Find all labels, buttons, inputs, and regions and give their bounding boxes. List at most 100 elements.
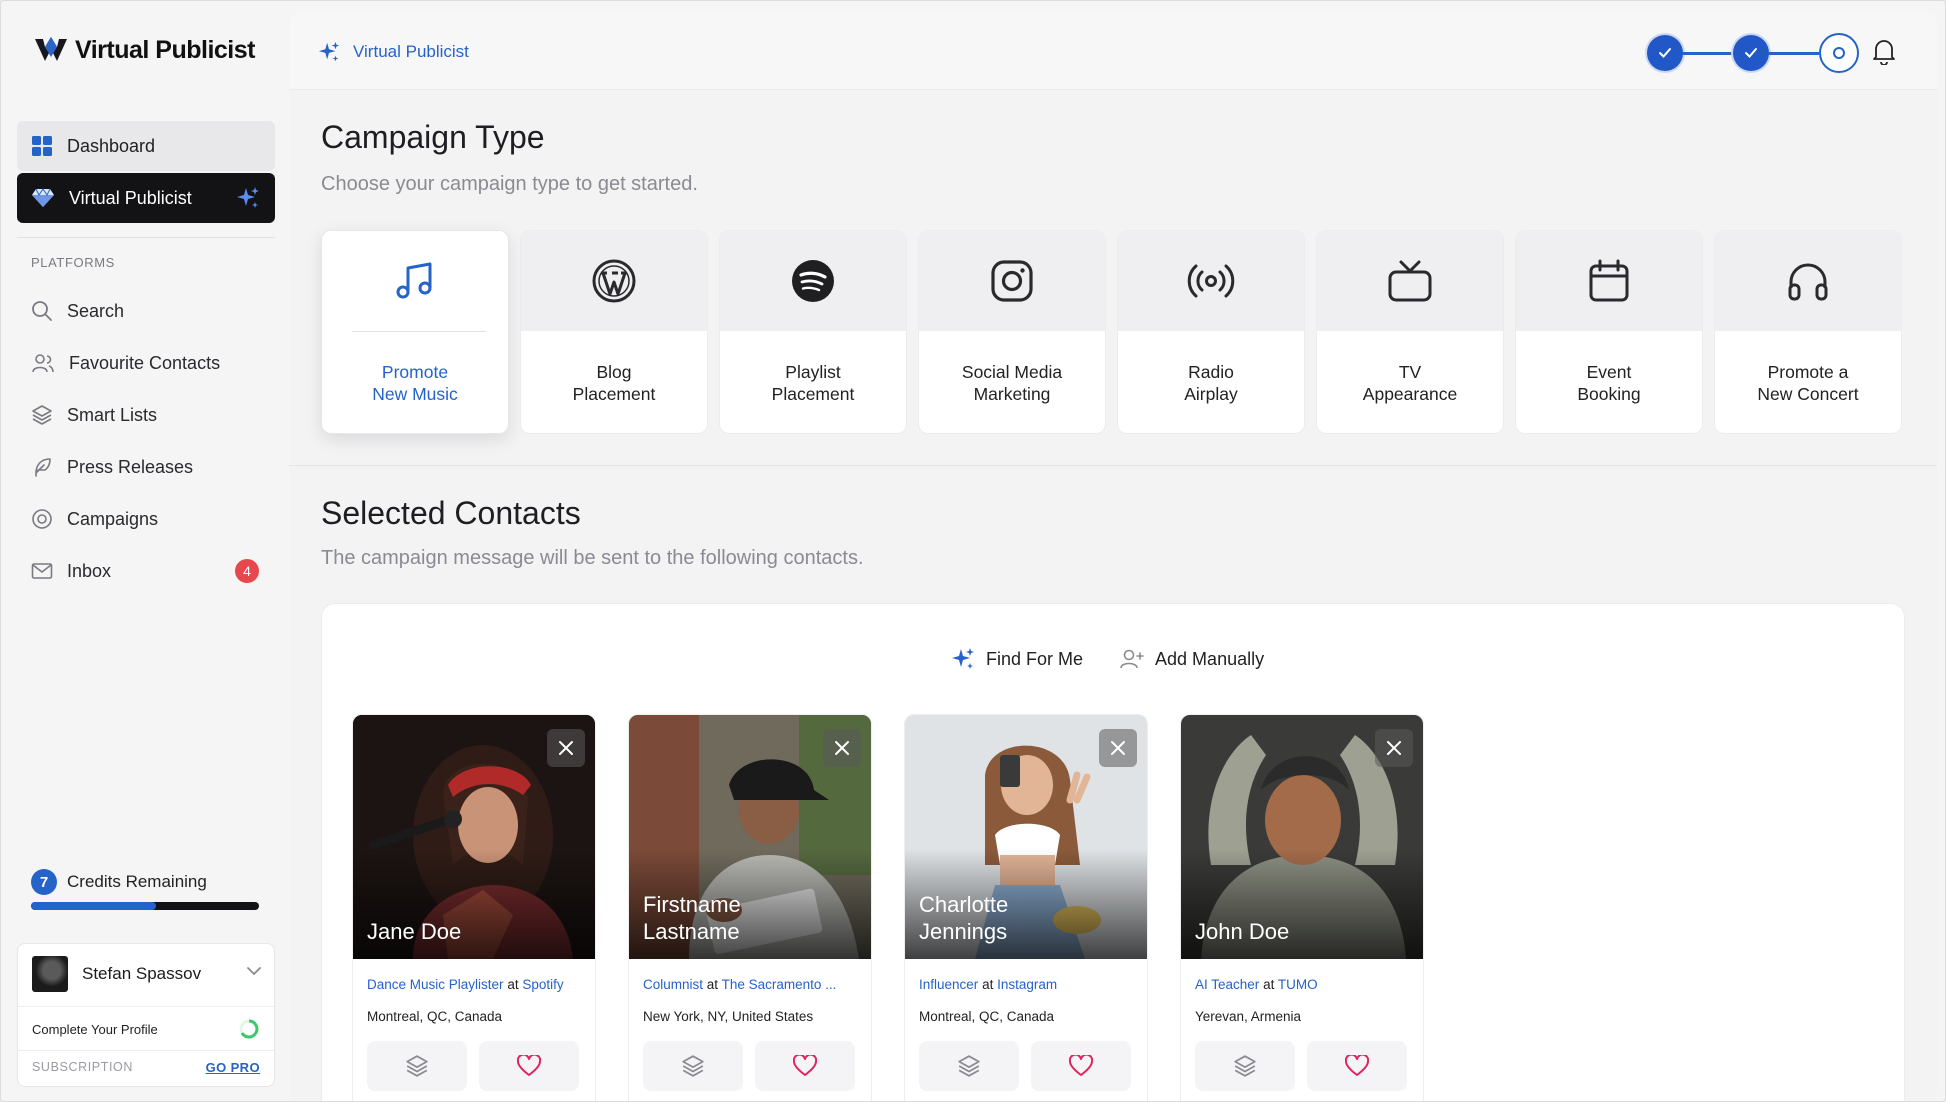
remove-contact-button[interactable]: [1375, 729, 1413, 767]
nav-dashboard[interactable]: Dashboard: [17, 121, 275, 171]
contact-name: Charlotte Jennings: [919, 892, 1009, 944]
icon-area: [919, 231, 1105, 331]
sidebar-item-press-releases[interactable]: Press Releases: [17, 445, 275, 489]
sparkle-icon: [237, 187, 259, 208]
complete-profile-link[interactable]: Complete Your Profile: [32, 1022, 158, 1037]
contact-company[interactable]: Instagram: [997, 977, 1057, 992]
contact-role-at: at: [507, 977, 519, 992]
sidebar-item-favourite-contacts[interactable]: Favourite Contacts: [17, 341, 275, 385]
favourite-button[interactable]: [1307, 1041, 1407, 1091]
add-manually-label: Add Manually: [1155, 648, 1265, 669]
step-2-complete[interactable]: [1733, 35, 1769, 71]
credits-label: Credits Remaining: [67, 872, 207, 891]
contact-role-title[interactable]: Columnist: [643, 977, 703, 992]
contact-name: Firstname Lastname: [643, 892, 741, 944]
icon-area: [1715, 231, 1901, 331]
contact-company[interactable]: The Sacramento ...: [722, 977, 837, 992]
sidebar-item-label: Campaigns: [67, 508, 159, 529]
breadcrumb[interactable]: Virtual Publicist: [317, 40, 469, 64]
credits-count: 7: [31, 869, 57, 895]
step-connector: [1683, 51, 1733, 55]
campaign-type-tv-appearance[interactable]: TV Appearance: [1316, 230, 1504, 434]
add-to-list-button[interactable]: [643, 1041, 743, 1091]
nav-virtual-publicist[interactable]: Virtual Publicist: [17, 173, 275, 223]
icon-area: [521, 231, 707, 331]
heart-icon: [1069, 1055, 1093, 1076]
add-manually-button[interactable]: Add Manually: [1119, 646, 1264, 672]
contact-role-title[interactable]: Dance Music Playlister: [367, 977, 504, 992]
campaign-type-promote-new-concert[interactable]: Promote a New Concert: [1714, 230, 1902, 434]
tv-icon: [1388, 260, 1432, 302]
contact-role-title[interactable]: Influencer: [919, 977, 978, 992]
campaign-type-playlist-placement[interactable]: Playlist Placement: [719, 230, 907, 434]
logo-icon: [35, 37, 67, 61]
favourite-button[interactable]: [755, 1041, 855, 1091]
add-to-list-button[interactable]: [367, 1041, 467, 1091]
breadcrumb-label: Virtual Publicist: [353, 42, 469, 61]
layers-icon: [32, 405, 52, 425]
heart-icon: [793, 1055, 817, 1076]
find-for-me-button[interactable]: Find For Me: [950, 646, 1083, 672]
credits-progress-fill: [31, 902, 157, 910]
app-window: Virtual Publicist Dashboard Virtual Publ…: [0, 0, 1946, 1102]
main-panel: Virtual Publicist Campaign Type Choose y…: [289, 13, 1937, 1101]
feather-icon: [35, 458, 51, 477]
campaign-type-promote-new-music[interactable]: Promote New Music: [321, 230, 509, 434]
sidebar-item-label: Press Releases: [67, 456, 194, 477]
layers-icon: [958, 1055, 980, 1077]
remove-contact-button[interactable]: [823, 729, 861, 767]
campaign-type-social-media-marketing[interactable]: Social Media Marketing: [918, 230, 1106, 434]
sidebar-item-campaigns[interactable]: Campaigns: [17, 497, 275, 541]
search-icon: [32, 301, 52, 321]
icon-area: [1516, 231, 1702, 331]
sidebar-item-inbox[interactable]: Inbox 4: [17, 549, 275, 593]
step-1-complete[interactable]: [1647, 35, 1683, 71]
selected-contacts-subtitle: The campaign message will be sent to the…: [321, 547, 864, 569]
chevron-down-icon[interactable]: [246, 966, 262, 976]
campaign-type-label: Promote a New Concert: [1757, 362, 1859, 404]
sidebar-item-smart-lists[interactable]: Smart Lists: [17, 393, 275, 437]
contact-actions: Find For Me Add Manually: [950, 646, 1264, 672]
step-3-current[interactable]: [1819, 33, 1859, 73]
profile-progress-ring-icon: [239, 1019, 259, 1039]
contact-role-title[interactable]: AI Teacher: [1195, 977, 1259, 992]
brand[interactable]: Virtual Publicist: [33, 35, 255, 65]
favourite-button[interactable]: [479, 1041, 579, 1091]
sidebar-item-label: Inbox: [67, 560, 112, 581]
icon-area: [720, 231, 906, 331]
platforms-heading: PLATFORMS: [31, 255, 115, 270]
campaign-type-event-booking[interactable]: Event Booking: [1515, 230, 1703, 434]
remove-contact-button[interactable]: [1099, 729, 1137, 767]
sidebar-item-label: Favourite Contacts: [69, 352, 221, 373]
favourite-button[interactable]: [1031, 1041, 1131, 1091]
contact-company[interactable]: TUMO: [1278, 977, 1318, 992]
campaign-type-blog-placement[interactable]: Blog Placement: [520, 230, 708, 434]
add-to-list-button[interactable]: [919, 1041, 1019, 1091]
diamond-icon: [32, 188, 54, 207]
mail-icon: [31, 563, 53, 579]
nav-virtual-publicist-label: Virtual Publicist: [69, 187, 192, 208]
credits-remaining: 7 Credits Remaining: [31, 869, 207, 895]
instagram-icon: [991, 260, 1033, 302]
contact-photo: Firstname Lastname: [629, 715, 871, 959]
heart-icon: [517, 1055, 541, 1076]
wordpress-icon: [592, 259, 636, 303]
profile-menu[interactable]: Stefan Spassov: [32, 956, 201, 992]
campaign-type-title: Campaign Type: [321, 119, 545, 155]
inbox-count-badge: 4: [235, 559, 259, 583]
subscription-label: SUBSCRIPTION: [32, 1060, 133, 1074]
close-icon: [835, 741, 849, 755]
avatar: [32, 956, 68, 992]
go-pro-link[interactable]: GO PRO: [206, 1060, 260, 1075]
sidebar-item-search[interactable]: Search: [17, 289, 275, 333]
music-note-icon: [396, 262, 432, 299]
add-to-list-button[interactable]: [1195, 1041, 1295, 1091]
bell-icon[interactable]: [1871, 37, 1897, 65]
icon-area: [322, 231, 508, 331]
campaign-type-radio-airplay[interactable]: Radio Airplay: [1117, 230, 1305, 434]
contact-photo: John Doe: [1181, 715, 1423, 959]
contact-card: Jane Doe Dance Music Playlister at Spoti…: [352, 714, 596, 1101]
contact-company[interactable]: Spotify: [522, 977, 563, 992]
selected-contacts-title: Selected Contacts: [321, 495, 581, 531]
remove-contact-button[interactable]: [547, 729, 585, 767]
